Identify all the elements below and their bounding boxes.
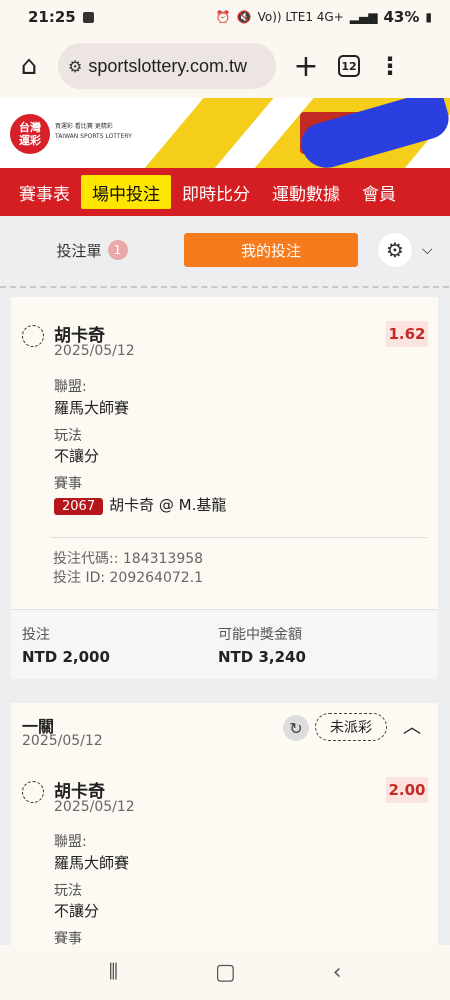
bet-totals: 投注 NTD 2,000 可能中獎金額 NTD 3,240: [11, 609, 438, 679]
selection-circle-icon: [22, 781, 44, 803]
home-button-icon[interactable]: ▢: [215, 960, 236, 985]
divider: [51, 537, 427, 538]
bet-id: 投注 ID: 209264072.1: [53, 570, 204, 586]
bet-codes: 投注代碼:: 184313958 投注 ID: 209264072.1: [53, 550, 203, 588]
league-value: 羅馬大師賽: [54, 854, 130, 872]
mute-icon: 🔇: [236, 10, 252, 24]
site-settings-icon[interactable]: ⚙: [68, 57, 82, 76]
nav-item-schedule[interactable]: 賽事表: [8, 175, 81, 209]
system-nav-bar: ⦀ ▢ ‹: [0, 945, 450, 1000]
selection-circle-icon: [22, 325, 44, 347]
slip-count-badge: 1: [107, 240, 128, 260]
bet-code: 投注代碼:: 184313958: [53, 551, 204, 567]
status-bar: 21:25 ⏰ 🔇 Vo)) LTE1 4G+ ▂▄▆ 43% ▮: [0, 0, 450, 34]
nav-item-live-betting[interactable]: 場中投注: [81, 175, 171, 209]
tab-switcher-button[interactable]: 12: [338, 55, 360, 77]
bet-card: 胡卡奇 2025/05/12 1.62 聯盟: 羅馬大師賽 玩法 不讓分 賽事 …: [0, 286, 449, 609]
main-nav: 賽事表 場中投注 即時比分 運動數據 會員: [0, 168, 450, 216]
signal-icon: ▂▄▆: [349, 10, 378, 24]
payout-label: 可能中獎金額: [218, 627, 302, 643]
chevron-up-icon[interactable]: ︿: [403, 713, 421, 739]
odds-badge: 1.62: [386, 321, 428, 347]
new-tab-icon[interactable]: +: [276, 49, 336, 84]
chevron-down-icon[interactable]: ⌵: [422, 242, 433, 258]
site-header: 台灣運彩 買運彩 看比賽 更精彩 TAIWAN SPORTS LOTTERY 入…: [0, 98, 450, 168]
tab-bet-slip[interactable]: 投注單 1: [12, 240, 172, 261]
browser-toolbar: ⌂ ⚙ sportslottery.com.tw + 12 ⋮: [0, 34, 450, 98]
nav-item-member[interactable]: 會員: [351, 175, 407, 209]
back-icon[interactable]: ‹: [333, 960, 342, 985]
battery-level: 43%: [383, 8, 420, 26]
status-badge: 未派彩: [315, 713, 387, 741]
clock: 21:25: [28, 8, 76, 26]
event-code-badge: 2067: [54, 498, 104, 515]
alarm-icon: ⏰: [215, 10, 231, 24]
battery-icon: ▮: [425, 10, 432, 24]
address-bar[interactable]: ⚙ sportslottery.com.tw: [58, 43, 276, 89]
notification-icon: [82, 11, 94, 23]
event-value: 2067 胡卡奇 @ M.基龍: [54, 494, 226, 515]
stake-value: NTD 2,000: [22, 648, 110, 666]
more-menu-icon[interactable]: ⋮: [360, 52, 420, 80]
logo-tagline: 買運彩 看比賽 更精彩 TAIWAN SPORTS LOTTERY: [55, 123, 132, 140]
event-label: 賽事: [54, 476, 82, 492]
odds-badge: 2.00: [386, 777, 428, 803]
bet-date: 2025/05/12: [22, 733, 103, 749]
nav-item-live-scores[interactable]: 即時比分: [171, 175, 261, 209]
gear-icon[interactable]: ⚙: [378, 233, 412, 267]
league-label: 聯盟:: [54, 379, 87, 395]
market-value: 不讓分: [54, 447, 100, 465]
site-logo[interactable]: 台灣 運彩: [10, 114, 50, 154]
selection-date: 2025/05/12: [54, 343, 135, 359]
selection-date: 2025/05/12: [54, 799, 135, 815]
url-text: sportslottery.com.tw: [88, 55, 248, 76]
network-indicator: Vo)) LTE1 4G+: [257, 10, 344, 24]
market-label: 玩法: [54, 428, 82, 444]
tab-my-bets[interactable]: 我的投注: [184, 233, 358, 267]
market-label: 玩法: [54, 883, 82, 899]
league-value: 羅馬大師賽: [54, 399, 130, 417]
payout-value: NTD 3,240: [218, 648, 306, 666]
market-value: 不讓分: [54, 902, 100, 920]
home-icon[interactable]: ⌂: [0, 51, 58, 81]
refresh-icon[interactable]: ↻: [283, 715, 309, 741]
bet-panel-header: 投注單 1 我的投注 ⚙ ⌵: [0, 223, 450, 277]
bet-panel: 投注單 1 我的投注 ⚙ ⌵ 胡卡奇 2025/05/12 1.62 聯盟: 羅…: [0, 223, 450, 947]
recent-apps-icon[interactable]: ⦀: [108, 960, 118, 985]
nav-item-sports-data[interactable]: 運動數據: [261, 175, 351, 209]
bet-card: 一關 2025/05/12 ↻ 未派彩 ︿ 胡卡奇 2025/05/12 2.0…: [11, 703, 438, 947]
event-name: 胡卡奇 @ M.基龍: [109, 496, 227, 514]
league-label: 聯盟:: [54, 834, 87, 850]
stake-label: 投注: [22, 627, 50, 643]
